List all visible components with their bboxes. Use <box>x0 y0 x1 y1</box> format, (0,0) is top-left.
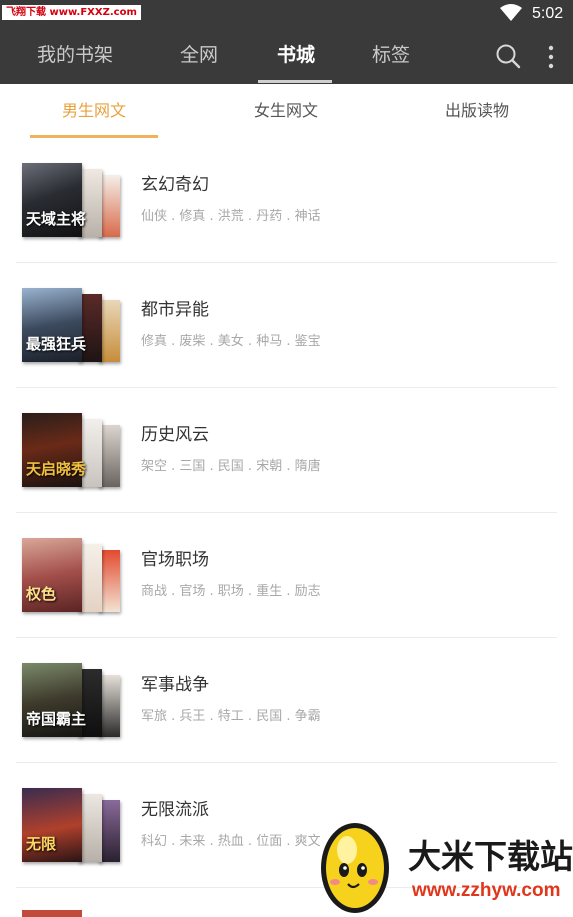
category-tags: 修真 . 废柴 . 美女 . 种马 . 鉴宝 <box>141 334 321 349</box>
cover-stack: 最强狂兵 <box>22 288 122 364</box>
category-title: 历史风云 <box>141 425 209 445</box>
sub-tab-bar: 男生网文 女生网文 出版读物 <box>0 84 573 138</box>
subtab-male-novels[interactable]: 男生网文 <box>62 100 126 122</box>
category-item-military[interactable]: 帝国霸主 军事战争 军旅 . 兵王 . 特工 . 民国 . 争霸 <box>0 638 573 763</box>
book-cover: 天域主将 <box>22 163 86 237</box>
category-item-fantasy[interactable]: 天域主将 玄幻奇幻 仙侠 . 修真 . 洪荒 . 丹药 . 神话 <box>0 138 573 263</box>
tab-whole-web[interactable]: 全网 <box>180 42 218 68</box>
book-cover: 权色 <box>22 538 82 612</box>
book-cover: 天启晓秀 <box>22 413 86 487</box>
category-tags: 科幻 . 未来 . 热血 . 位面 . 爽文 <box>141 834 321 849</box>
rice-mascot-icon <box>321 823 389 913</box>
category-item-officialdom[interactable]: 权色 官场职场 商战 . 官场 . 职场 . 重生 . 励志 <box>0 513 573 638</box>
tab-bookshelf[interactable]: 我的书架 <box>37 42 113 68</box>
category-title: 无限流派 <box>141 800 209 820</box>
category-tags: 仙侠 . 修真 . 洪荒 . 丹药 . 神话 <box>141 209 321 224</box>
category-tags: 架空 . 三国 . 民国 . 宋朝 . 隋唐 <box>141 459 321 474</box>
category-title: 都市异能 <box>141 300 209 320</box>
cover-stack: 天启晓秀 <box>22 413 122 489</box>
subtab-published-books[interactable]: 出版读物 <box>445 100 509 122</box>
watermark-site-name: 大米下载站 <box>408 837 573 876</box>
watermark-top: 飞翔下载 www.FXXZ.com <box>2 5 141 20</box>
cover-stack: 权色 <box>22 538 122 614</box>
wifi-icon <box>500 4 522 21</box>
category-title: 玄幻奇幻 <box>141 175 209 195</box>
app-bar: 我的书架 全网 书城 标签 <box>0 30 573 84</box>
cover-stack: 天域主将 <box>22 163 122 239</box>
watermark-logo: 大米下载站 www.zzhyw.com <box>315 818 573 917</box>
book-cover: 最强狂兵 <box>22 288 86 362</box>
status-bar: 飞翔下载 www.FXXZ.com 5:02 <box>0 0 573 30</box>
category-item-history[interactable]: 天启晓秀 历史风云 架空 . 三国 . 民国 . 宋朝 . 隋唐 <box>0 388 573 513</box>
cover-stack: 无限 <box>22 788 122 864</box>
more-vert-icon[interactable] <box>545 43 557 71</box>
category-tags: 军旅 . 兵王 . 特工 . 民国 . 争霸 <box>141 709 321 724</box>
status-time: 5:02 <box>532 5 564 22</box>
cover-stack: 帝国霸主 <box>22 663 122 739</box>
book-cover: 无限 <box>22 788 82 862</box>
category-title: 军事战争 <box>141 675 209 695</box>
tab-active-indicator <box>258 80 332 83</box>
watermark-site-url: www.zzhyw.com <box>412 880 561 901</box>
category-item-urban[interactable]: 最强狂兵 都市异能 修真 . 废柴 . 美女 . 种马 . 鉴宝 <box>0 263 573 388</box>
category-title: 官场职场 <box>141 550 209 570</box>
tab-tags[interactable]: 标签 <box>372 42 410 68</box>
tab-bookstore[interactable]: 书城 <box>277 42 315 68</box>
subtab-female-novels[interactable]: 女生网文 <box>254 100 318 122</box>
search-icon[interactable] <box>495 43 521 69</box>
book-cover <box>22 910 82 917</box>
category-tags: 商战 . 官场 . 职场 . 重生 . 励志 <box>141 584 321 599</box>
book-cover: 帝国霸主 <box>22 663 86 737</box>
